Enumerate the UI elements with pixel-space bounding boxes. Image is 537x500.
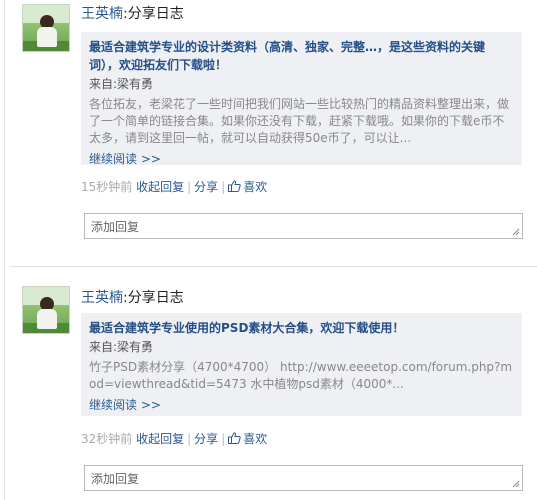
- reply-input[interactable]: 添加回复: [84, 213, 523, 239]
- feed-header: 王英楠:分享日志: [81, 5, 184, 23]
- avatar[interactable]: [22, 286, 70, 334]
- like-label[interactable]: 喜欢: [243, 180, 267, 194]
- from-prefix: 来自:: [89, 77, 118, 91]
- feed-header: 王英楠:分享日志: [81, 289, 184, 307]
- read-more-link[interactable]: 继续阅读 >>: [89, 397, 514, 413]
- action-bar: 32秒钟前 收起回复 | 分享 | 喜欢: [81, 431, 267, 447]
- resize-grip-icon[interactable]: [512, 480, 520, 488]
- left-border: [4, 0, 5, 500]
- reply-input[interactable]: 添加回复: [84, 465, 523, 491]
- action-text: 分享日志: [127, 6, 184, 22]
- read-more-link[interactable]: 继续阅读 >>: [89, 151, 514, 167]
- blog-source: 来自:梁有勇: [89, 339, 514, 355]
- from-user-link[interactable]: 梁有勇: [117, 77, 153, 91]
- timestamp: 15秒钟前: [81, 180, 133, 194]
- blog-title-link[interactable]: 最适合建筑学专业的设计类资料（高清、独家、完整…，是这些资料的关键词），欢迎拓友…: [89, 38, 514, 74]
- action-separator: |: [221, 180, 226, 194]
- thumbs-up-icon[interactable]: [228, 432, 241, 444]
- action-bar: 15秒钟前 收起回复 | 分享 | 喜欢: [81, 179, 267, 195]
- reply-placeholder[interactable]: 添加回复: [91, 472, 139, 486]
- thumbs-up-icon[interactable]: [228, 180, 241, 192]
- avatar[interactable]: [22, 4, 70, 52]
- shared-blog-card: 最适合建筑学专业的设计类资料（高清、独家、完整…，是这些资料的关键词），欢迎拓友…: [81, 32, 522, 167]
- like-link[interactable]: 喜欢: [228, 180, 267, 194]
- blog-excerpt: 竹子PSD素材分享（4700*4700） http://www.eeeetop.…: [89, 360, 513, 391]
- share-link[interactable]: 分享: [194, 180, 218, 194]
- action-separator: |: [187, 432, 192, 446]
- action-separator: |: [221, 432, 226, 446]
- blog-source: 来自:梁有勇: [89, 76, 514, 92]
- user-name-link[interactable]: 王英楠: [81, 290, 123, 306]
- resize-grip-icon[interactable]: [512, 228, 520, 236]
- action-separator: |: [187, 180, 192, 194]
- from-prefix: 来自:: [89, 340, 118, 354]
- read-more-label[interactable]: 继续阅读: [89, 152, 137, 166]
- reply-placeholder[interactable]: 添加回复: [91, 220, 139, 234]
- read-more-label[interactable]: 继续阅读: [89, 398, 137, 412]
- read-more-arrows[interactable]: >>: [141, 398, 161, 412]
- like-link[interactable]: 喜欢: [228, 432, 267, 446]
- timestamp: 32秒钟前: [81, 432, 133, 446]
- shared-blog-card: 最适合建筑学专业使用的PSD素材大合集，欢迎下载使用！ 来自:梁有勇 竹子PSD…: [81, 313, 522, 416]
- collapse-reply-link[interactable]: 收起回复: [136, 180, 184, 194]
- user-name-link[interactable]: 王英楠: [81, 6, 123, 22]
- share-link[interactable]: 分享: [194, 432, 218, 446]
- blog-title-link[interactable]: 最适合建筑学专业使用的PSD素材大合集，欢迎下载使用！: [89, 319, 514, 337]
- collapse-reply-link[interactable]: 收起回复: [136, 432, 184, 446]
- feed-divider: [10, 266, 537, 267]
- action-text: 分享日志: [127, 290, 184, 306]
- like-label[interactable]: 喜欢: [243, 432, 267, 446]
- read-more-arrows[interactable]: >>: [141, 152, 161, 166]
- from-user-link[interactable]: 梁有勇: [117, 340, 153, 354]
- blog-excerpt: 各位拓友，老梁花了一些时间把我们网站一些比较热门的精品资料整理出来，做了一个简单…: [89, 97, 510, 145]
